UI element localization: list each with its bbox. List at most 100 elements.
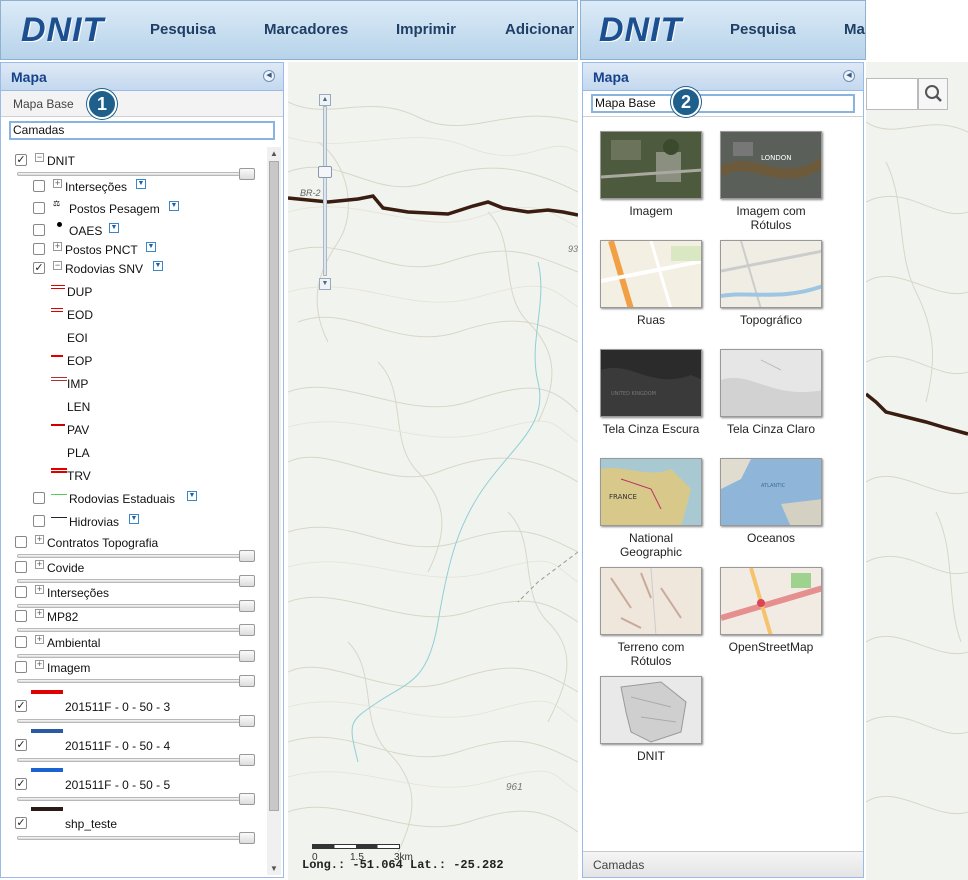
layer-checkbox[interactable] (33, 492, 45, 504)
layer-checkbox[interactable] (33, 202, 45, 214)
layer-checkbox[interactable] (15, 636, 27, 648)
layer-options-dropdown-icon[interactable]: ▼ (187, 491, 197, 501)
basemap-option[interactable]: DNIT (591, 676, 711, 763)
expand-icon[interactable]: + (35, 560, 44, 569)
basemap-option[interactable]: LONDON Imagem com Rótulos (711, 131, 831, 232)
right-screenshot-pane: DNIT Pesquisa Ma Mapa ◀ Mapa Base Imagem… (580, 0, 968, 880)
line-symbol (31, 690, 63, 694)
layer-options-dropdown-icon[interactable]: ▼ (136, 179, 146, 189)
map-canvas[interactable] (866, 62, 968, 880)
double-line-symbol (51, 285, 65, 289)
panel-title: Mapa (593, 69, 629, 85)
opacity-slider[interactable] (17, 624, 257, 636)
accordion-camadas[interactable]: Camadas (1, 117, 283, 143)
search-button[interactable] (918, 78, 948, 110)
layer-checkbox[interactable] (15, 661, 27, 673)
layer-options-dropdown-icon[interactable]: ▼ (146, 242, 156, 252)
layer-checkbox[interactable] (15, 586, 27, 598)
svg-text:LONDON: LONDON (761, 154, 792, 162)
layer-checkbox[interactable] (33, 224, 45, 236)
expand-icon[interactable]: + (53, 242, 62, 251)
opacity-slider[interactable] (17, 675, 257, 687)
basemap-option[interactable]: FRANCE National Geographic (591, 458, 711, 559)
opacity-slider[interactable] (17, 832, 257, 844)
line-symbol (51, 494, 67, 495)
map-canvas[interactable]: BR-2 93 961 ▲ ▼ 0 1.5 3km Long.: -51.064… (288, 62, 578, 880)
layer-options-dropdown-icon[interactable]: ▼ (109, 223, 119, 233)
weigh-station-icon: ⚖ (53, 199, 61, 208)
layer-options-dropdown-icon[interactable]: ▼ (169, 201, 179, 211)
layer-label: Postos Pesagem (69, 202, 160, 216)
svg-text:FRANCE: FRANCE (609, 493, 637, 501)
layer-checkbox[interactable]: ✓ (15, 154, 27, 166)
layer-checkbox[interactable]: ✓ (15, 739, 27, 751)
layer-checkbox[interactable]: ✓ (15, 700, 27, 712)
zoom-out-button[interactable]: ▼ (319, 278, 331, 290)
scroll-down-icon[interactable]: ▼ (270, 864, 278, 873)
collapse-panel-icon[interactable]: ◀ (843, 70, 855, 82)
layer-checkbox[interactable] (33, 243, 45, 255)
layer-label: Interseções (65, 180, 128, 194)
basemap-option[interactable]: UNITED KINGDOM Tela Cinza Escura (591, 349, 711, 436)
nav-pesquisa[interactable]: Pesquisa (150, 21, 216, 38)
expand-icon[interactable]: + (35, 585, 44, 594)
oceans-thumbnail: ATLANTIC (720, 458, 822, 526)
basemap-option[interactable]: Ruas (591, 240, 711, 327)
nav-imprimir[interactable]: Imprimir (396, 21, 456, 38)
expand-icon[interactable]: + (35, 535, 44, 544)
layer-checkbox[interactable]: ✓ (33, 262, 45, 274)
basemap-option[interactable]: Tela Cinza Claro (711, 349, 831, 436)
layer-checkbox[interactable]: ✓ (15, 817, 27, 829)
opacity-slider[interactable] (17, 793, 257, 805)
collapse-panel-icon[interactable]: ◀ (263, 70, 275, 82)
scroll-up-icon[interactable]: ▲ (270, 149, 278, 158)
layer-checkbox[interactable] (15, 536, 27, 548)
layer-label: Imagem (47, 661, 91, 675)
legend-label: PAV (67, 423, 90, 437)
legend-label: PLA (67, 446, 90, 460)
nav-adicionar[interactable]: Adicionar (505, 21, 574, 38)
layer-tree-scrollbar[interactable]: ▲ ▼ (267, 147, 281, 875)
basemap-option[interactable]: Terreno com Rótulos (591, 567, 711, 668)
basemap-option[interactable]: Imagem (591, 131, 711, 218)
line-symbol (31, 729, 63, 733)
svg-text:ATLANTIC: ATLANTIC (761, 483, 786, 489)
zoom-slider[interactable]: ▲ ▼ (318, 94, 332, 290)
search-input[interactable] (866, 78, 918, 110)
layer-options-dropdown-icon[interactable]: ▼ (129, 514, 139, 524)
basemap-label: DNIT (637, 749, 665, 763)
line-symbol (31, 807, 63, 811)
layer-label: Hidrovias (69, 515, 120, 529)
accordion-camadas[interactable]: Camadas (583, 851, 863, 877)
basemap-option[interactable]: OpenStreetMap (711, 567, 831, 654)
basemap-option[interactable]: Topográfico (711, 240, 831, 327)
layer-checkbox[interactable] (33, 515, 45, 527)
expand-icon[interactable]: + (35, 609, 44, 618)
collapse-icon[interactable]: − (53, 261, 62, 270)
accordion-mapa-base[interactable]: Mapa Base (1, 91, 283, 117)
nav-marcadores[interactable]: Marcadores (264, 21, 348, 38)
accordion-mapa-base[interactable]: Mapa Base (583, 91, 863, 117)
layer-checkbox[interactable]: ✓ (15, 778, 27, 790)
nav-marcadores-truncated[interactable]: Ma (844, 21, 865, 38)
expand-icon[interactable]: + (53, 179, 62, 188)
layer-checkbox[interactable] (15, 561, 27, 573)
opacity-slider[interactable] (17, 754, 257, 766)
opacity-slider[interactable] (17, 715, 257, 727)
double-line-symbol (51, 377, 67, 381)
natgeo-thumbnail: FRANCE (600, 458, 702, 526)
expand-icon[interactable]: + (35, 635, 44, 644)
layer-options-dropdown-icon[interactable]: ▼ (153, 261, 163, 271)
nav-pesquisa[interactable]: Pesquisa (730, 21, 796, 38)
topo-thumbnail (720, 240, 822, 308)
accordion-mapa-base-label: Mapa Base (591, 94, 855, 113)
zoom-in-button[interactable]: ▲ (319, 94, 331, 106)
scroll-thumb[interactable] (269, 161, 279, 811)
basemap-option[interactable]: ATLANTIC Oceanos (711, 458, 831, 545)
accordion-camadas-label: Camadas (9, 121, 275, 140)
layer-checkbox[interactable] (33, 180, 45, 192)
expand-icon[interactable]: + (35, 660, 44, 669)
layer-checkbox[interactable] (15, 610, 27, 622)
zoom-thumb[interactable] (318, 166, 332, 178)
collapse-icon[interactable]: − (35, 153, 44, 162)
